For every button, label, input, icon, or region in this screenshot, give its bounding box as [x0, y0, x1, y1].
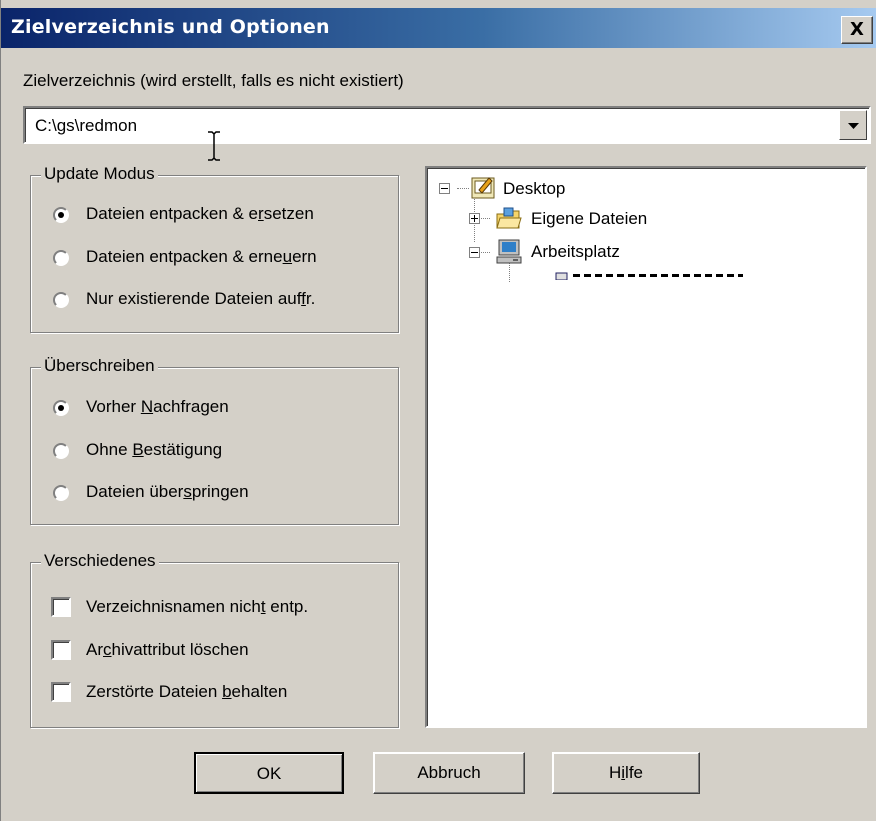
ok-button[interactable]: OK [194, 752, 344, 794]
desktop-icon [471, 177, 495, 199]
close-button[interactable]: X [841, 16, 873, 44]
dropdown-button[interactable] [839, 110, 867, 140]
radio-overwrite-no-confirm[interactable] [53, 443, 69, 459]
option-keep-broken-files-label[interactable]: Zerstörte Dateien behalten [86, 682, 287, 702]
update-mode-title: Update Modus [41, 164, 158, 184]
radio-overwrite-ask[interactable] [53, 400, 69, 416]
title-bar[interactable]: Zielverzeichnis und Optionen X [1, 8, 876, 48]
chevron-down-icon [848, 123, 859, 129]
radio-update-replace[interactable] [53, 207, 69, 223]
dialog-window: Zielverzeichnis und Optionen X Zielverze… [0, 0, 876, 821]
overwrite-title: Überschreiben [41, 356, 158, 376]
text-cursor-icon [208, 131, 220, 161]
option-clear-archive-attr-label[interactable]: Archivattribut löschen [86, 640, 249, 660]
cancel-button[interactable]: Abbruch [373, 752, 525, 794]
close-icon: X [850, 19, 864, 40]
dialog-title: Zielverzeichnis und Optionen [11, 16, 330, 38]
expand-my-documents-icon[interactable] [469, 213, 480, 224]
clipped-tree-item [573, 274, 743, 277]
collapse-desktop-icon[interactable] [439, 183, 450, 194]
checkbox-clear-archive-attr[interactable] [51, 640, 71, 660]
misc-title: Verschiedenes [41, 551, 159, 571]
target-directory-value[interactable]: C:\gs\redmon [35, 116, 137, 136]
radio-update-refresh[interactable] [53, 250, 69, 266]
tree-line [457, 188, 469, 189]
option-update-refresh-label[interactable]: Dateien entpacken & erneuern [86, 247, 317, 267]
tree-item-desktop[interactable]: Desktop [503, 179, 565, 199]
radio-update-existing[interactable] [53, 292, 69, 308]
checkbox-keep-broken-files[interactable] [51, 682, 71, 702]
my-documents-folder-icon [496, 207, 522, 229]
folder-tree-view[interactable]: Desktop Eigene Dateien Arbeitsplatz [425, 166, 867, 728]
option-update-replace-label[interactable]: Dateien entpacken & ersetzen [86, 204, 314, 224]
option-overwrite-no-confirm-label[interactable]: Ohne Bestätigung [86, 440, 222, 460]
option-update-existing-label[interactable]: Nur existierende Dateien auffr. [86, 289, 315, 309]
tree-item-my-computer[interactable]: Arbeitsplatz [531, 242, 620, 262]
collapse-my-computer-icon[interactable] [469, 247, 480, 258]
option-keep-dir-names-label[interactable]: Verzeichnisnamen nicht entp. [86, 597, 308, 617]
drive-icon [555, 272, 568, 280]
target-directory-combobox[interactable]: C:\gs\redmon [23, 106, 871, 144]
my-computer-icon [496, 239, 522, 264]
radio-overwrite-skip[interactable] [53, 485, 69, 501]
help-button[interactable]: Hilfe [552, 752, 700, 794]
option-overwrite-ask-label[interactable]: Vorher Nachfragen [86, 397, 229, 417]
option-overwrite-skip-label[interactable]: Dateien überspringen [86, 482, 249, 502]
tree-item-my-documents[interactable]: Eigene Dateien [531, 209, 647, 229]
target-directory-label: Zielverzeichnis (wird erstellt, falls es… [23, 71, 404, 90]
checkbox-keep-dir-names[interactable] [51, 597, 71, 617]
